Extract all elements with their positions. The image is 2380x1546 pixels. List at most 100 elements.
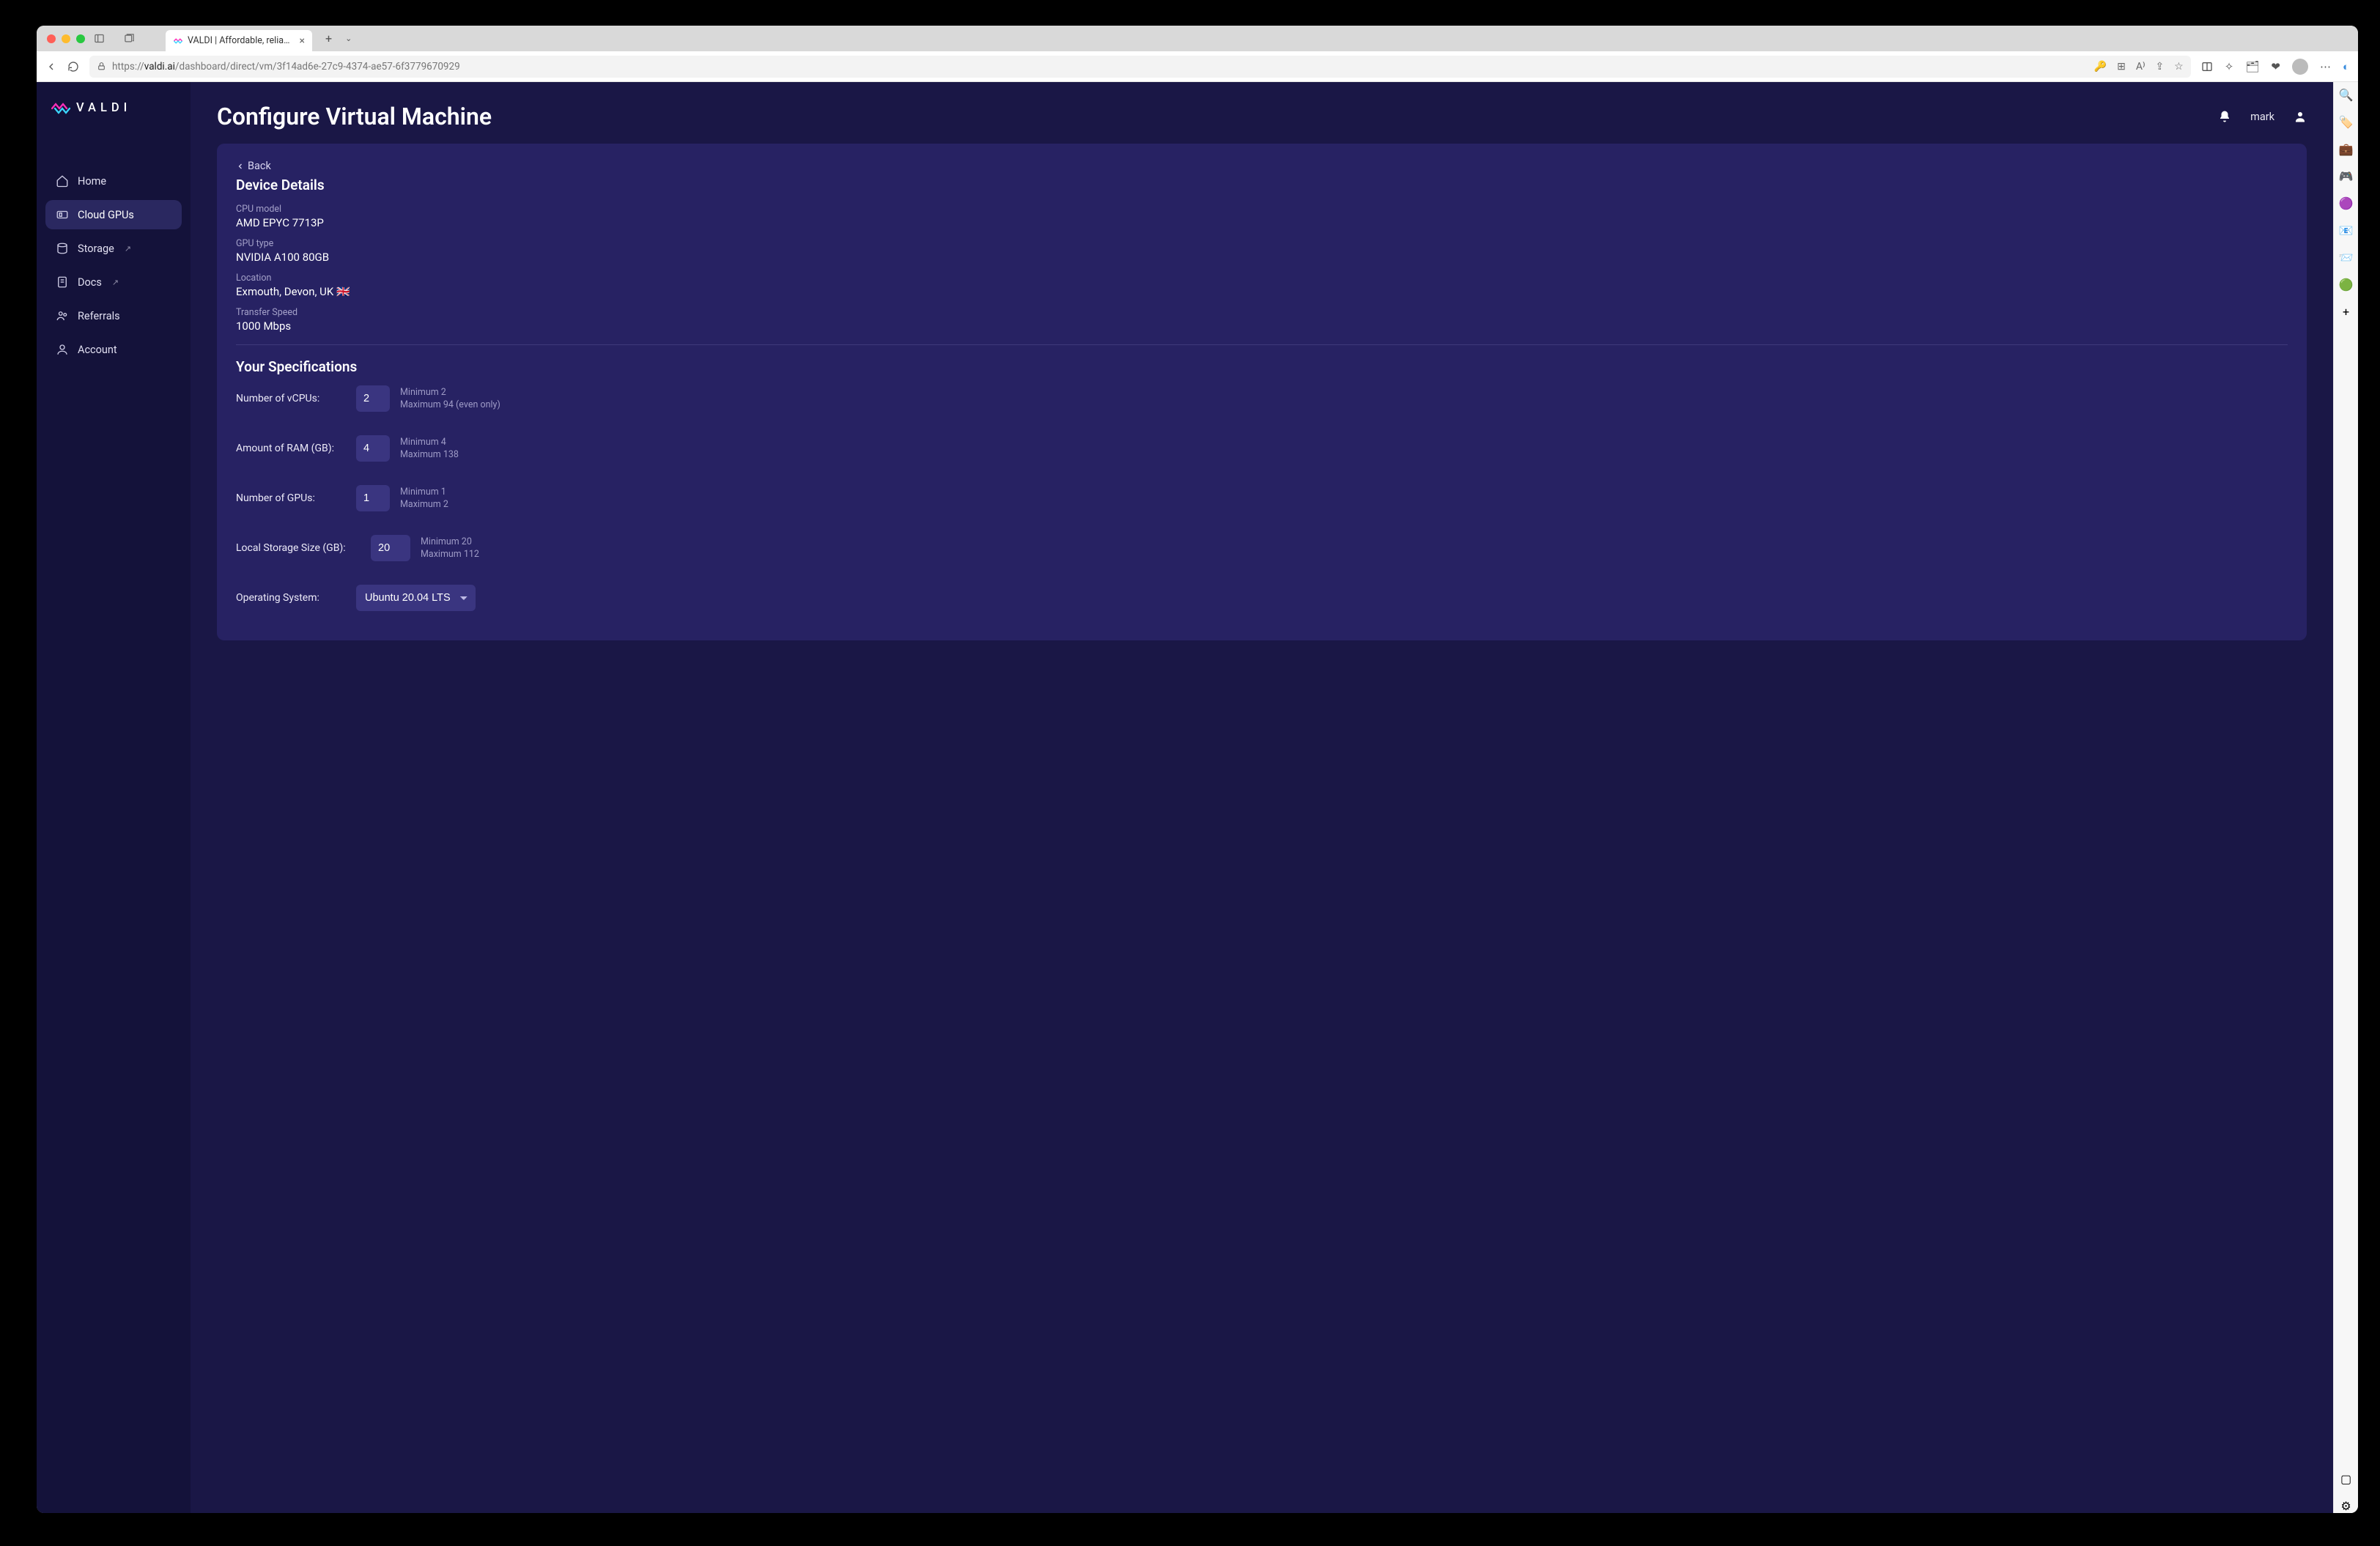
- detail-location: Location Exmouth, Devon, UK 🇬🇧: [236, 273, 2288, 298]
- spec-label: Amount of RAM (GB):: [236, 443, 346, 454]
- more-menu-icon[interactable]: ⋯: [2320, 60, 2331, 73]
- settings-sidebar-icon[interactable]: ⚙: [2340, 1499, 2351, 1513]
- ram-input[interactable]: [356, 435, 390, 462]
- add-sidebar-icon[interactable]: +: [2343, 305, 2349, 319]
- sidebar-item-docs[interactable]: Docs ↗: [45, 267, 182, 297]
- back-button[interactable]: [45, 61, 57, 73]
- titlebar: VALDI | Affordable, reliable GP… × + ⌄: [37, 26, 2358, 51]
- new-tab-button[interactable]: +: [325, 32, 332, 45]
- username-label: mark: [2250, 111, 2274, 123]
- sidebar-item-label: Cloud GPUs: [78, 209, 134, 221]
- games-icon[interactable]: 🎮: [2339, 169, 2354, 183]
- detail-value: AMD EPYC 7713P: [236, 216, 2288, 229]
- collections-icon[interactable]: 🗂: [2245, 60, 2259, 73]
- spec-ram: Amount of RAM (GB): Minimum 4 Maximum 13…: [236, 435, 2288, 462]
- url-text: https://valdi.ai/dashboard/direct/vm/3f1…: [112, 61, 460, 73]
- spec-hint: Minimum 2 Maximum 94 (even only): [400, 386, 500, 412]
- outlook-icon[interactable]: 📧: [2339, 223, 2354, 237]
- detail-gpu-type: GPU type NVIDIA A100 80GB: [236, 238, 2288, 264]
- sidebar-item-label: Referrals: [78, 310, 120, 322]
- window-controls: [47, 34, 85, 43]
- url-input[interactable]: https://valdi.ai/dashboard/direct/vm/3f1…: [89, 56, 2191, 78]
- send-icon[interactable]: 📨: [2339, 251, 2354, 265]
- tabs-dropdown[interactable]: ⌄: [345, 34, 352, 43]
- tab-title: VALDI | Affordable, reliable GP…: [188, 35, 292, 46]
- sidebar-item-storage[interactable]: Storage ↗: [45, 234, 182, 263]
- share-icon[interactable]: ⇪: [2155, 61, 2164, 73]
- detail-label: CPU model: [236, 204, 2288, 215]
- account-icon: [56, 343, 69, 356]
- logo-icon: [51, 102, 70, 115]
- hide-sidebar-icon[interactable]: ▢: [2340, 1472, 2351, 1486]
- app-root: VALDI Home Cloud GPUs Storage ↗ Docs ↗: [37, 82, 2333, 1513]
- gpus-input[interactable]: [356, 485, 390, 511]
- key-icon[interactable]: 🔑: [2094, 61, 2107, 73]
- os-select[interactable]: Ubuntu 20.04 LTS: [356, 585, 476, 611]
- app-sidebar: VALDI Home Cloud GPUs Storage ↗ Docs ↗: [37, 82, 191, 1513]
- back-label: Back: [248, 160, 271, 172]
- vcpus-input[interactable]: [356, 385, 390, 412]
- back-link[interactable]: Back: [236, 160, 2288, 172]
- read-aloud-icon[interactable]: A⁾: [2136, 61, 2146, 73]
- extensions-icon[interactable]: ⊞: [2117, 61, 2126, 73]
- m365-icon[interactable]: 🟣: [2339, 196, 2354, 210]
- sidebar-item-referrals[interactable]: Referrals: [45, 301, 182, 330]
- detail-transfer-speed: Transfer Speed 1000 Mbps: [236, 307, 2288, 333]
- browser-tab[interactable]: VALDI | Affordable, reliable GP… ×: [166, 30, 312, 52]
- copilot-icon[interactable]: ◐: [2343, 60, 2349, 73]
- storage-icon: [56, 242, 69, 255]
- search-sidebar-icon[interactable]: 🔍: [2339, 88, 2354, 102]
- sidebar-item-cloud-gpus[interactable]: Cloud GPUs: [45, 200, 182, 229]
- split-screen-icon[interactable]: [2201, 61, 2213, 73]
- sidebar-item-label: Docs: [78, 276, 102, 289]
- docs-icon: [56, 275, 69, 289]
- spotify-icon[interactable]: 🟢: [2339, 278, 2354, 292]
- spec-os: Operating System: Ubuntu 20.04 LTS: [236, 585, 2288, 611]
- close-window-button[interactable]: [47, 34, 56, 43]
- tab-overview-icon[interactable]: [124, 33, 135, 44]
- page-title: Configure Virtual Machine: [217, 103, 492, 130]
- sidebar-toggle-icon[interactable]: [94, 33, 105, 44]
- header-row: Configure Virtual Machine mark: [217, 103, 2307, 130]
- performance-icon[interactable]: ❤: [2271, 60, 2280, 73]
- url-toolbar: https://valdi.ai/dashboard/direct/vm/3f1…: [37, 51, 2358, 82]
- minimize-window-button[interactable]: [62, 34, 70, 43]
- detail-cpu-model: CPU model AMD EPYC 7713P: [236, 204, 2288, 229]
- spec-label: Number of vCPUs:: [236, 393, 346, 404]
- specs-title: Your Specifications: [236, 358, 2288, 375]
- detail-label: GPU type: [236, 238, 2288, 249]
- favicon-icon: [173, 36, 183, 46]
- spec-hint: Minimum 20 Maximum 112: [421, 536, 479, 561]
- reload-button[interactable]: [67, 61, 79, 73]
- profile-avatar[interactable]: [2292, 59, 2308, 75]
- tools-icon[interactable]: 💼: [2339, 142, 2354, 156]
- storage-input[interactable]: [371, 535, 410, 561]
- sidebar-item-home[interactable]: Home: [45, 166, 182, 196]
- sidebar-item-account[interactable]: Account: [45, 335, 182, 364]
- chevron-left-icon: [236, 162, 245, 171]
- sidebar-item-label: Home: [78, 175, 106, 188]
- notifications-icon[interactable]: [2218, 110, 2231, 123]
- referrals-icon: [56, 309, 69, 322]
- home-icon: [56, 174, 69, 188]
- detail-value: 1000 Mbps: [236, 319, 2288, 333]
- browser-window: VALDI | Affordable, reliable GP… × + ⌄ h…: [37, 26, 2358, 1513]
- favorites-icon[interactable]: ✧: [2225, 60, 2234, 73]
- brand-name: VALDI: [76, 101, 131, 115]
- close-tab-button[interactable]: ×: [300, 35, 305, 47]
- spec-storage: Local Storage Size (GB): Minimum 20 Maxi…: [236, 535, 2288, 561]
- spec-label: Local Storage Size (GB):: [236, 542, 361, 554]
- user-menu-icon[interactable]: [2294, 110, 2307, 123]
- maximize-window-button[interactable]: [76, 34, 85, 43]
- brand-logo[interactable]: VALDI: [45, 101, 182, 115]
- shopping-icon[interactable]: 🏷️: [2339, 115, 2354, 129]
- spec-vcpus: Number of vCPUs: Minimum 2 Maximum 94 (e…: [236, 385, 2288, 412]
- sidebar-item-label: Storage: [78, 243, 114, 255]
- edge-sidebar: 🔍 🏷️ 💼 🎮 🟣 📧 📨 🟢 + ▢ ⚙: [2333, 82, 2358, 1513]
- favorite-icon[interactable]: ☆: [2174, 61, 2184, 73]
- spec-gpus: Number of GPUs: Minimum 1 Maximum 2: [236, 485, 2288, 511]
- spec-hint: Minimum 4 Maximum 138: [400, 436, 459, 462]
- gpu-icon: [56, 208, 69, 221]
- spec-hint: Minimum 1 Maximum 2: [400, 486, 448, 511]
- detail-label: Location: [236, 273, 2288, 284]
